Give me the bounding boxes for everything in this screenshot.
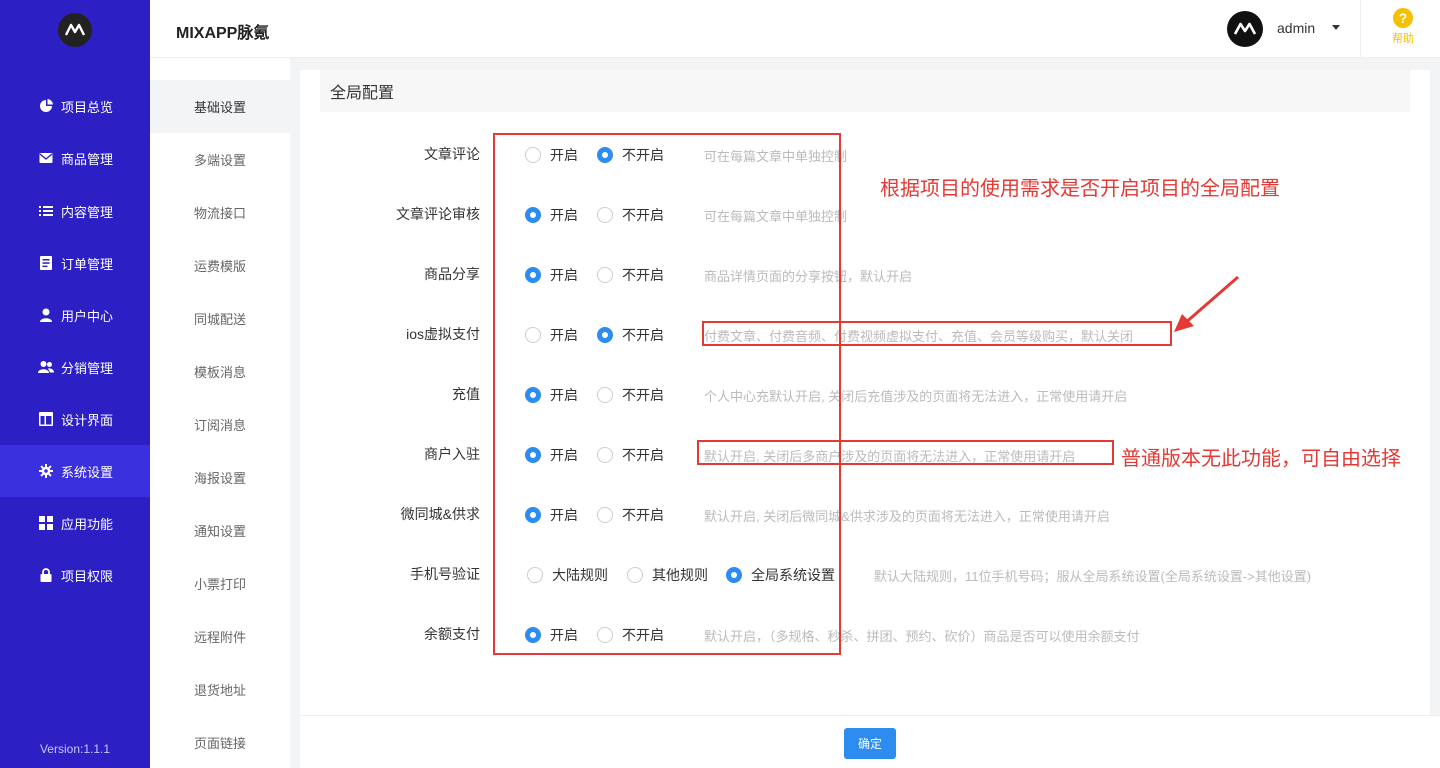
pie-chart-icon <box>38 98 54 114</box>
sidebar-item-label: 项目权限 <box>61 568 114 584</box>
sidebar-item-4[interactable]: 用户中心 <box>0 289 150 341</box>
submenu-item[interactable]: 退货地址 <box>150 663 290 716</box>
primary-sidebar: 项目总览商品管理内容管理订单管理用户中心分销管理设计界面系统设置应用功能项目权限… <box>0 0 150 768</box>
avatar[interactable] <box>1227 11 1263 47</box>
document-icon <box>38 255 54 271</box>
section-title: 全局配置 <box>330 85 395 102</box>
question-icon: ? <box>1393 8 1413 28</box>
setting-label: 商户入驻 <box>424 446 480 462</box>
chevron-down-icon[interactable] <box>1332 25 1340 30</box>
section-header: 全局配置 <box>320 70 1410 112</box>
sidebar-item-6[interactable]: 设计界面 <box>0 393 150 445</box>
sidebar-item-label: 订单管理 <box>61 256 114 272</box>
submenu-item[interactable]: 基础设置 <box>150 80 290 133</box>
submenu-item[interactable]: 多端设置 <box>150 133 290 186</box>
sidebar-item-label: 设计界面 <box>61 412 114 428</box>
user-icon <box>38 307 54 323</box>
version-label: Version:1.1.1 <box>39 742 111 756</box>
layout-icon <box>38 411 54 427</box>
submenu-item[interactable]: 海报设置 <box>150 451 290 504</box>
footer-bar: 确定 <box>300 715 1440 768</box>
logo <box>0 0 150 60</box>
annotation-box-options <box>493 133 841 655</box>
setting-label: 文章评论 <box>424 146 480 162</box>
setting-row: 文章评论 开启 不开启 可在每篇文章中单独控制 <box>300 138 1430 168</box>
help-label: 帮助 <box>1392 33 1414 45</box>
gear-icon <box>38 463 54 479</box>
logo-icon <box>58 13 92 47</box>
setting-row: 手机号验证 大陆规则 其他规则 全局系统设置 默认大陆规则，11位手机号码；服从全局系统… <box>300 558 1430 588</box>
sidebar-item-label: 商品管理 <box>61 151 114 167</box>
submenu-item[interactable]: 模板消息 <box>150 345 290 398</box>
setting-label: ios虚拟支付 <box>406 326 480 342</box>
setting-label: 微同城&供求 <box>400 506 480 522</box>
annotation-note-global: 根据项目的使用需求是否开启项目的全局配置 <box>880 178 1280 200</box>
sidebar-item-7[interactable]: 系统设置 <box>0 445 150 497</box>
sidebar-item-5[interactable]: 分销管理 <box>0 341 150 393</box>
grid-icon <box>38 515 54 531</box>
submenu-item[interactable]: 页面链接 <box>150 716 290 768</box>
users-icon <box>38 359 54 375</box>
sidebar-item-label: 内容管理 <box>61 204 114 220</box>
confirm-button[interactable]: 确定 <box>844 728 896 759</box>
help-button[interactable]: ? 帮助 <box>1380 8 1426 46</box>
annotation-box-ios-hint <box>702 321 1172 346</box>
annotation-note-merchant: 普通版本无此功能，可自由选择 <box>1121 448 1401 470</box>
sidebar-item-2[interactable]: 内容管理 <box>0 185 150 237</box>
sidebar-item-label: 用户中心 <box>61 308 114 324</box>
submenu-item[interactable]: 远程附件 <box>150 610 290 663</box>
annotation-box-merchant-hint <box>697 440 1114 465</box>
sidebar-item-8[interactable]: 应用功能 <box>0 497 150 549</box>
sidebar-item-label: 分销管理 <box>61 360 114 376</box>
user-name[interactable]: admin <box>1277 20 1315 36</box>
setting-row: 商品分享 开启 不开启 商品详情页面的分享按钮，默认开启 <box>300 258 1430 288</box>
list-icon <box>38 203 54 219</box>
sidebar-item-label: 应用功能 <box>61 516 114 532</box>
setting-label: 手机号验证 <box>410 566 480 582</box>
sidebar-item-0[interactable]: 项目总览 <box>0 80 150 132</box>
submenu-item[interactable]: 同城配送 <box>150 292 290 345</box>
envelope-icon <box>38 150 54 166</box>
setting-label: 商品分享 <box>424 266 480 282</box>
submenu-item[interactable]: 订阅消息 <box>150 398 290 451</box>
setting-hint: 默认大陆规则，11位手机号码；服从全局系统设置(全局系统设置->其他设置) <box>874 569 1312 584</box>
settings-submenu: 基础设置 多端设置 物流接口 运费模版 同城配送 模板消息 订阅消息 海报设置 通知设置 小票打印… <box>150 58 290 768</box>
setting-row: 文章评论审核 开启 不开启 可在每篇文章中单独控制 <box>300 198 1430 228</box>
sidebar-item-9[interactable]: 项目权限 <box>0 549 150 601</box>
sidebar-item-label: 项目总览 <box>61 99 114 115</box>
setting-row: 充值 开启 不开启 个人中心充默认开启, 关闭后充值涉及的页面将无法进入，正常使用请开… <box>300 378 1430 408</box>
header-divider <box>1360 0 1361 58</box>
sidebar-item-1[interactable]: 商品管理 <box>0 132 150 184</box>
top-header: MIXAPP脉氪 admin ? 帮助 <box>150 0 1440 58</box>
submenu-item[interactable]: 小票打印 <box>150 557 290 610</box>
submenu-item[interactable]: 通知设置 <box>150 504 290 557</box>
setting-label: 文章评论审核 <box>396 206 480 222</box>
submenu-item[interactable]: 物流接口 <box>150 186 290 239</box>
submenu-item[interactable]: 运费模版 <box>150 239 290 292</box>
setting-label: 充值 <box>452 386 480 402</box>
annotation-arrow <box>1174 275 1239 332</box>
sidebar-item-label: 系统设置 <box>61 464 114 480</box>
sidebar-item-3[interactable]: 订单管理 <box>0 237 150 289</box>
setting-label: 余额支付 <box>424 626 480 642</box>
app-title: MIXAPP脉氪 <box>176 25 270 42</box>
lock-icon <box>38 567 54 583</box>
setting-row: 余额支付 开启 不开启 默认开启，（多规格、秒杀、拼团、预约、砍价）商品是否可以使用余… <box>300 618 1430 648</box>
setting-row: 微同城&供求 开启 不开启 默认开启, 关闭后微同城&供求涉及的页面将无法进入，正常使… <box>300 498 1430 528</box>
